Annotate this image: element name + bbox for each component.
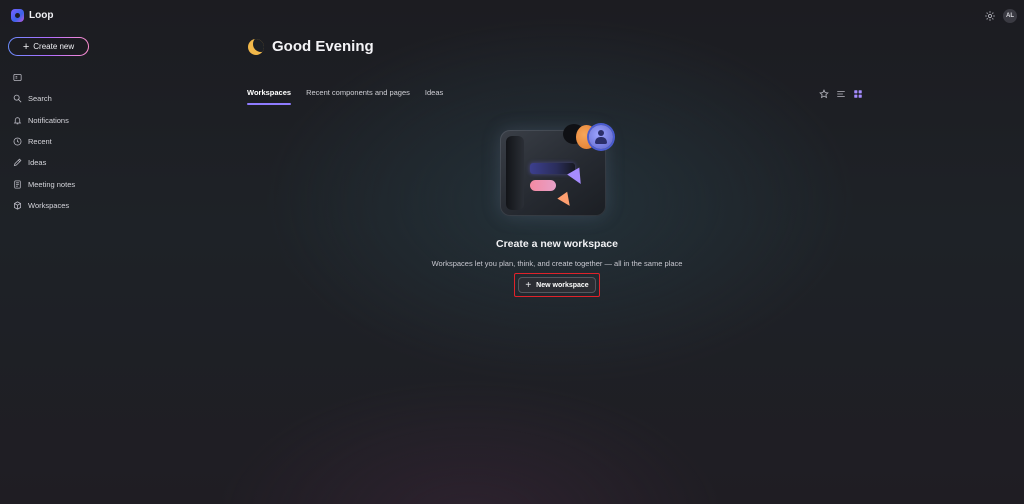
sidebar-item-label: Meeting notes	[28, 179, 76, 189]
create-new-label: Create new	[33, 42, 75, 51]
sidebar-item-label: Recent	[28, 137, 52, 147]
grid-view-icon[interactable]	[853, 89, 863, 99]
list-view-icon[interactable]	[836, 89, 846, 99]
tab-recent-components-and-pages[interactable]: Recent components and pages	[306, 88, 410, 106]
search-icon	[13, 94, 22, 103]
greeting: Good Evening	[248, 38, 374, 55]
bell-icon	[13, 116, 22, 125]
sidebar-item-label: Workspaces	[28, 200, 70, 210]
sidebar-nav: Search Notifications Recent Ideas Meetin…	[13, 67, 75, 216]
moon-icon	[248, 38, 264, 55]
cube-icon	[13, 201, 22, 210]
gear-icon[interactable]	[984, 10, 996, 22]
new-workspace-label: New workspace	[536, 281, 589, 289]
notes-icon	[13, 180, 22, 189]
sidebar-item-notifications[interactable]: Notifications	[13, 110, 75, 131]
top-bar: Loop AL	[0, 0, 1024, 32]
page-title: Good Evening	[272, 38, 374, 55]
plus-icon: +	[22, 40, 30, 53]
sidebar-item-label: Ideas	[28, 158, 47, 168]
sidebar-item-workspaces[interactable]: Workspaces	[13, 195, 75, 216]
sidebar-item-toggle-panel[interactable]	[13, 67, 75, 88]
sidebar-item-ideas[interactable]: Ideas	[13, 152, 75, 173]
loop-logo[interactable]: Loop	[11, 9, 53, 22]
create-new-button[interactable]: + Create new	[8, 37, 89, 56]
sidebar-item-label: Search	[28, 94, 52, 104]
empty-state-title: Create a new workspace	[496, 238, 618, 250]
app-name: Loop	[29, 10, 54, 21]
workspace-illustration	[497, 122, 617, 222]
view-tools	[819, 89, 863, 99]
tab-bar: Workspaces Recent components and pages I…	[247, 88, 443, 106]
panel-icon	[13, 73, 22, 82]
pen-icon	[13, 158, 22, 167]
tab-workspaces[interactable]: Workspaces	[247, 88, 292, 106]
person-icon	[589, 125, 613, 149]
empty-state-description: Workspaces let you plan, think, and crea…	[431, 259, 683, 268]
sidebar-item-search[interactable]: Search	[13, 88, 75, 109]
avatar[interactable]: AL	[1003, 9, 1017, 23]
tab-ideas[interactable]: Ideas	[425, 88, 443, 106]
sidebar-item-label: Notifications	[28, 115, 69, 125]
illustration-card-spine	[506, 136, 524, 210]
loop-logo-icon	[11, 9, 24, 22]
clock-icon	[13, 137, 22, 146]
plus-icon: +	[525, 279, 532, 291]
sidebar-item-recent[interactable]: Recent	[13, 131, 75, 152]
new-workspace-button[interactable]: + New workspace	[518, 277, 596, 293]
illustration-pill	[530, 180, 556, 191]
star-icon[interactable]	[819, 89, 829, 99]
sidebar-item-meeting-notes[interactable]: Meeting notes	[13, 173, 75, 194]
